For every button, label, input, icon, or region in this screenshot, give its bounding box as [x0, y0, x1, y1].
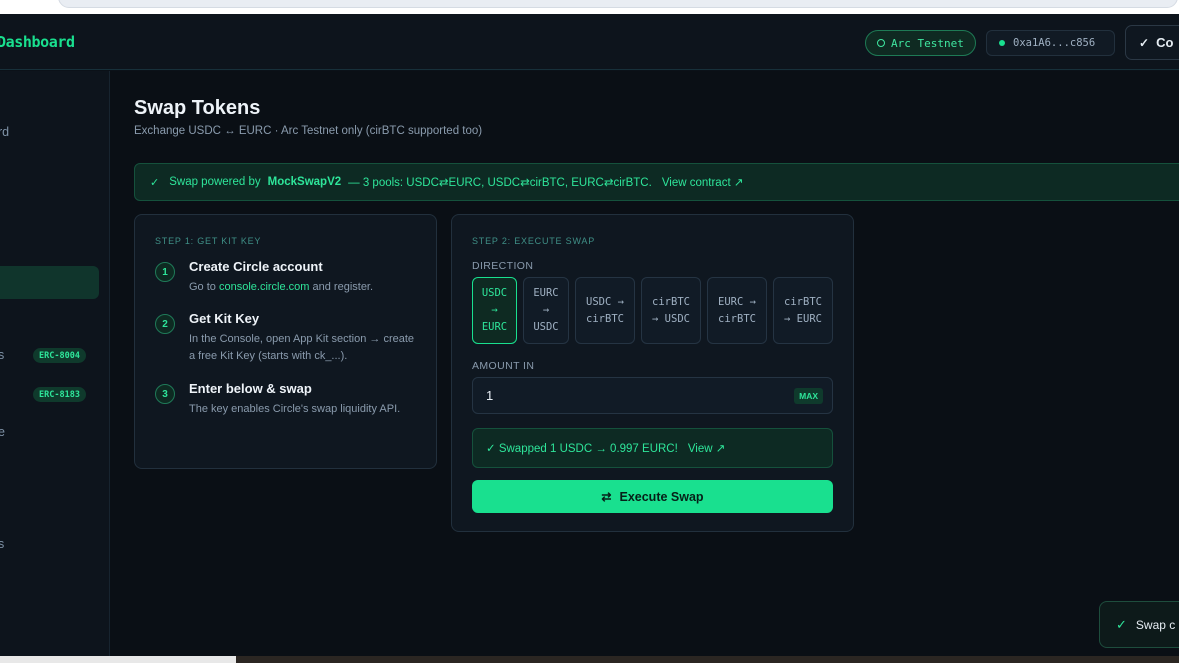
browser-chrome [0, 0, 1179, 14]
step-number: 1 [155, 262, 175, 282]
max-button[interactable]: MAX [794, 388, 823, 404]
swap-success-message: ✓ Swapped 1 USDC → 0.997 EURC! View ↗ [472, 428, 833, 468]
step-desc-text: Go to [189, 281, 219, 293]
browser-address-bar[interactable] [58, 0, 1178, 8]
execute-label: Execute Swap [619, 489, 704, 504]
direction-text: cirBTC → USDC [652, 294, 690, 328]
step1-heading: STEP 1: GET KIT KEY [155, 236, 262, 246]
dir-to: cirBTC [586, 312, 624, 325]
app: Dashboard Arc Testnet 0xa1A6...c856 ✓ Co… [0, 14, 1179, 656]
direction-usdc-cirbtc[interactable]: USDC → cirBTC [575, 277, 635, 344]
amount-value: 1 [486, 388, 494, 403]
dir-from: cirBTC [652, 295, 690, 308]
step-description: Go to console.circle.com and register. [189, 279, 423, 296]
wallet-address-badge[interactable]: 0xa1A6...c856 [986, 30, 1115, 56]
dir-to: EURC [481, 321, 508, 333]
step-title: Get Kit Key [189, 311, 260, 326]
direction-eurc-cirbtc[interactable]: EURC → cirBTC [707, 277, 767, 344]
check-icon: ✓ [150, 176, 160, 189]
erc-8004-badge: ERC-8004 [33, 348, 86, 363]
network-label: Arc Testnet [891, 36, 964, 50]
dir-from: USDC [481, 287, 508, 299]
banner-pools: — 3 pools: USDC⇄EURC, USDC⇄cirBTC, EURC⇄… [348, 177, 652, 189]
wallet-address: 0xa1A6...c856 [1013, 37, 1096, 49]
dir-to: USDC [533, 321, 559, 333]
dir-from: cirBTC [784, 295, 822, 308]
direction-eurc-usdc[interactable]: EURC → USDC [523, 277, 569, 344]
brand-title[interactable]: Dashboard [0, 33, 75, 51]
banner-contract-name: MockSwapV2 [267, 176, 342, 188]
success-text: ✓ Swapped 1 USDC → 0.997 EURC! [486, 443, 678, 455]
info-banner: ✓ Swap powered by MockSwapV2 — 3 pools: … [134, 163, 1179, 201]
dir-to: cirBTC [718, 312, 756, 325]
direction-text: USDC → cirBTC [586, 294, 624, 328]
toast-notification[interactable]: ✓ Swap c [1099, 601, 1179, 648]
direction-text: EURC → USDC [533, 285, 558, 336]
console-link[interactable]: console.circle.com [219, 281, 309, 293]
direction-usdc-eurc[interactable]: USDC → EURC [472, 277, 517, 344]
step-number: 2 [155, 314, 175, 334]
direction-text: cirBTC → EURC [784, 294, 822, 328]
top-bar: Dashboard Arc Testnet 0xa1A6...c856 ✓ Co [0, 14, 1179, 70]
step-number: 3 [155, 384, 175, 404]
connected-dot-icon [999, 40, 1005, 46]
step-title: Enter below & swap [189, 381, 312, 396]
sidebar-item-identity[interactable]: s [0, 348, 4, 362]
connect-label: Co [1156, 35, 1174, 50]
step1-card: STEP 1: GET KIT KEY 1 Create Circle acco… [134, 214, 437, 469]
view-tx-link[interactable]: View ↗ [688, 441, 726, 455]
dir-from: EURC → [718, 295, 756, 308]
direction-label: DIRECTION [472, 260, 534, 272]
connect-button[interactable]: ✓ Co [1125, 25, 1179, 60]
dir-from: EURC [533, 287, 559, 299]
direction-cirbtc-eurc[interactable]: cirBTC → EURC [773, 277, 833, 344]
view-contract-link[interactable]: View contract ↗ [662, 175, 744, 189]
dir-from: USDC → [586, 295, 624, 308]
swap-arrows-icon: ⇄ [601, 489, 612, 504]
main-content: Swap Tokens Exchange USDC ↔ EURC · Arc T… [110, 71, 1179, 656]
banner-prefix: Swap powered by [169, 176, 261, 188]
step-description: The key enables Circle's swap liquidity … [189, 403, 401, 415]
erc-8183-badge: ERC-8183 [33, 387, 86, 402]
amount-label: AMOUNT IN [472, 360, 535, 372]
dir-to: → EURC [784, 312, 822, 325]
page-title: Swap Tokens [134, 97, 261, 119]
sidebar-item-s[interactable]: s [0, 537, 4, 551]
step-title: Create Circle account [189, 259, 323, 274]
direction-cirbtc-usdc[interactable]: cirBTC → USDC [641, 277, 701, 344]
check-icon: ✓ [1116, 616, 1127, 632]
taskbar-image-strip [236, 656, 1179, 663]
sidebar: rd s ERC-8004 ERC-8183 e s [0, 71, 110, 656]
direction-text: USDC → EURC [482, 285, 507, 336]
direction-text: EURC → cirBTC [718, 294, 756, 328]
dir-arrow: → [491, 304, 498, 316]
page-subtitle: Exchange USDC ↔ EURC · Arc Testnet only … [134, 125, 483, 137]
sidebar-item-e[interactable]: e [0, 425, 5, 439]
step2-card: STEP 2: EXECUTE SWAP DIRECTION USDC → EURC… [451, 214, 854, 532]
check-icon: ✓ [1139, 35, 1150, 50]
amount-input[interactable]: 1 MAX [472, 377, 833, 414]
dir-arrow: → [542, 304, 550, 316]
network-status-icon [877, 39, 885, 47]
dir-to: → USDC [652, 312, 690, 325]
network-badge[interactable]: Arc Testnet [865, 30, 976, 56]
step-description: In the Console, open App Kit section → c… [189, 333, 415, 362]
execute-swap-button[interactable]: ⇄ Execute Swap [472, 480, 833, 513]
step-desc-text: and register. [309, 281, 374, 293]
step2-heading: STEP 2: EXECUTE SWAP [472, 236, 596, 246]
sidebar-item-dashboard[interactable]: rd [0, 125, 9, 139]
sidebar-item-swap-active[interactable] [0, 266, 99, 299]
toast-text: Swap c [1135, 617, 1176, 632]
